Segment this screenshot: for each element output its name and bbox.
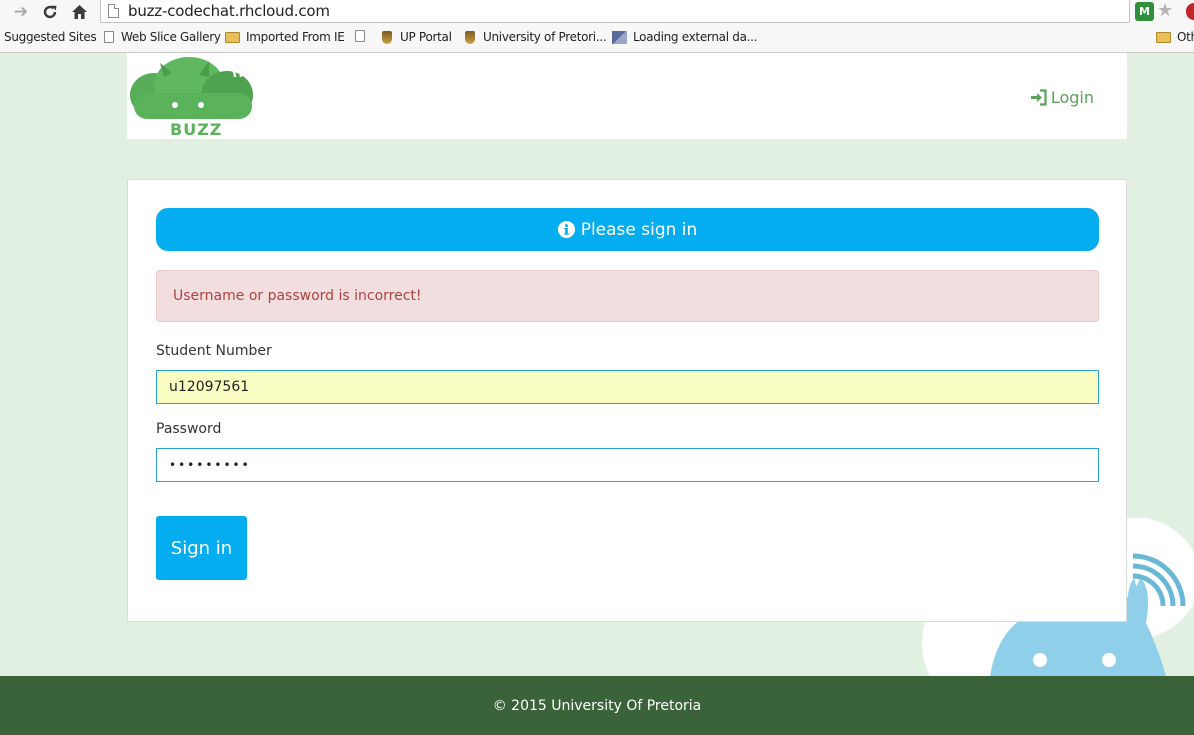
address-bar[interactable]: buzz-codechat.rhcloud.com xyxy=(100,0,1130,23)
bookmark-other[interactable]: Oth xyxy=(1156,30,1194,44)
footer-copyright: © 2015 University Of Pretoria xyxy=(492,697,702,714)
site-header: BUZZ Login xyxy=(127,53,1127,139)
bookmark-untitled[interactable] xyxy=(355,30,372,42)
browser-chrome: ➔ buzz-codechat.rhcloud.com M ★ Suggeste… xyxy=(0,0,1194,53)
browser-toolbar: ➔ buzz-codechat.rhcloud.com M ★ xyxy=(0,0,1194,24)
crest-icon xyxy=(465,30,475,44)
bookmark-star-icon[interactable]: ★ xyxy=(1157,0,1173,21)
login-label: Login xyxy=(1050,88,1094,107)
bookmark-university-of-pretoria[interactable]: University of Pretori... xyxy=(465,30,607,44)
page-icon xyxy=(355,30,365,42)
signin-button[interactable]: Sign in xyxy=(156,516,247,580)
bookmark-label: Imported From IE xyxy=(246,30,345,44)
browser-menu-icon[interactable] xyxy=(1186,3,1194,20)
signin-card: Please sign in Username or password is i… xyxy=(127,179,1127,622)
login-link[interactable]: Login xyxy=(1030,88,1094,107)
password-label: Password xyxy=(156,421,222,437)
home-icon[interactable] xyxy=(69,2,89,22)
signin-button-label: Sign in xyxy=(170,537,233,559)
info-icon xyxy=(557,221,575,238)
student-number-input[interactable]: u12097561 xyxy=(156,370,1099,404)
bookmark-loading-external-data[interactable]: Loading external da... xyxy=(612,30,757,44)
page-icon xyxy=(108,4,119,18)
buzz-logo[interactable]: BUZZ xyxy=(129,55,259,139)
bookmark-label: University of Pretori... xyxy=(483,30,607,44)
banner-text: Please sign in xyxy=(580,219,698,240)
reload-icon[interactable] xyxy=(40,2,60,22)
bookmark-label: Loading external da... xyxy=(633,30,758,44)
sign-in-icon xyxy=(1030,89,1047,106)
password-value: ••••••••• xyxy=(169,458,251,472)
crest-icon xyxy=(382,30,392,44)
loading-icon xyxy=(612,30,627,44)
password-input[interactable]: ••••••••• xyxy=(156,448,1099,482)
bookmark-label: UP Portal xyxy=(400,30,452,44)
site-footer: © 2015 University Of Pretoria xyxy=(0,676,1194,735)
bookmark-label: Web Slice Gallery xyxy=(121,30,221,44)
page-icon xyxy=(104,31,114,43)
error-message: Username or password is incorrect! xyxy=(173,288,422,304)
student-number-label: Student Number xyxy=(156,343,272,359)
student-number-value: u12097561 xyxy=(169,379,250,395)
bookmark-label: Suggested Sites xyxy=(4,30,97,44)
logo-text: BUZZ xyxy=(170,120,223,139)
folder-icon xyxy=(1156,31,1171,43)
url-text: buzz-codechat.rhcloud.com xyxy=(128,2,330,20)
bookmark-suggested-sites[interactable]: Suggested Sites xyxy=(4,30,97,44)
bookmark-label: Oth xyxy=(1177,30,1194,44)
signin-banner: Please sign in xyxy=(156,208,1099,251)
bookmarks-bar: Suggested Sites Web Slice Gallery Import… xyxy=(0,27,1194,49)
bookmark-web-slice-gallery[interactable]: Web Slice Gallery xyxy=(104,30,221,44)
bookmark-imported-from-ie[interactable]: Imported From IE xyxy=(225,30,345,44)
forward-icon[interactable]: ➔ xyxy=(11,2,31,22)
folder-icon xyxy=(225,31,240,43)
bookmark-up-portal[interactable]: UP Portal xyxy=(382,30,452,44)
extension-icon[interactable]: M xyxy=(1135,2,1154,21)
error-alert: Username or password is incorrect! xyxy=(156,270,1099,322)
